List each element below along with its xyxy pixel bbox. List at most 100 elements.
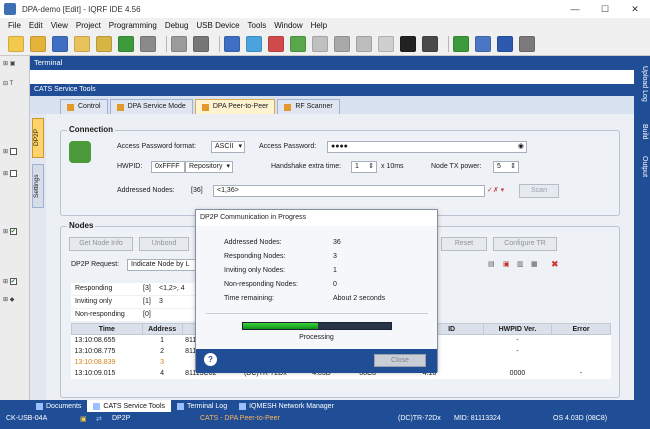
configure-tr-button[interactable]: Configure TR (493, 237, 557, 251)
tab-iqmesh-network-manager[interactable]: IQMESH Network Manager (233, 402, 340, 410)
checkbox[interactable] (9, 278, 17, 285)
side-tab-dp2p[interactable]: DP2P (32, 118, 44, 158)
column-header[interactable]: Time (71, 323, 143, 335)
menu-tools[interactable]: Tools (244, 21, 271, 30)
filter-icon[interactable]: ▤ (488, 260, 495, 268)
checkbox[interactable] (9, 170, 17, 177)
hwpid-input[interactable]: 0xFFFF (151, 161, 185, 173)
status-label: Non-responding (75, 311, 125, 318)
terminal-icon[interactable] (246, 35, 262, 52)
antenna-icon[interactable] (519, 35, 535, 52)
document-icon (36, 402, 43, 410)
tab-dpa-peer-to-peer[interactable]: DPA Peer-to-Peer (194, 99, 276, 114)
settings-icon[interactable] (378, 35, 394, 52)
checkbox[interactable] (9, 148, 17, 155)
tr-icon[interactable] (497, 35, 513, 52)
maximize-button[interactable]: ☐ (590, 0, 620, 18)
save-icon[interactable] (52, 35, 68, 52)
network-icon[interactable] (268, 35, 284, 52)
rf-icon[interactable] (290, 35, 306, 52)
menu-debug[interactable]: Debug (161, 21, 193, 30)
tab-control[interactable]: Control (60, 99, 108, 114)
title-bar: DPA-demo [Edit] - IQRF IDE 4.56 — ☐ ✕ (0, 0, 650, 18)
columns-icon[interactable]: ▥ (517, 260, 524, 268)
tab-label: DPA Service Mode (127, 103, 186, 110)
menu-programming[interactable]: Programming (105, 21, 161, 30)
plugin-icon[interactable] (453, 35, 469, 52)
access-format-select[interactable]: ASCII ▾ (211, 141, 245, 153)
stepper-arrows-icon[interactable]: ⇕ (368, 162, 374, 172)
column-header[interactable]: Error (551, 323, 611, 335)
checklist-icon[interactable] (96, 35, 112, 52)
status-label: Responding (75, 285, 113, 292)
grid-icon[interactable]: ▦ (531, 260, 538, 268)
build-tab[interactable]: Build (636, 124, 648, 140)
menu-help[interactable]: Help (307, 21, 331, 30)
node-selector-icon[interactable]: ✓✗ ▾ (487, 186, 504, 194)
unbond-button[interactable]: Unbond (139, 237, 189, 251)
tx-power-stepper[interactable]: 5 ⇕ (493, 161, 519, 173)
menu-view[interactable]: View (47, 21, 72, 30)
tab-documents[interactable]: Documents (30, 402, 87, 410)
build-icon[interactable] (118, 35, 134, 52)
addressed-nodes-input[interactable]: <1,36> (213, 185, 485, 197)
open-project-icon[interactable] (30, 35, 46, 52)
tab-rf-scanner[interactable]: RF Scanner (277, 99, 340, 114)
toolbar-separator (166, 35, 167, 52)
close-button[interactable]: Close (374, 354, 426, 367)
menu-project[interactable]: Project (72, 21, 105, 30)
stat-label: Time remaining: (224, 295, 274, 302)
dp2p-request-select[interactable]: Indicate Node by L (127, 259, 197, 271)
output-tab[interactable]: Output (636, 156, 648, 177)
menu-edit[interactable]: Edit (25, 21, 47, 30)
minimize-button[interactable]: — (560, 0, 590, 18)
access-password-input[interactable]: ●●●● ◉ (327, 141, 527, 153)
menu-window[interactable]: Window (270, 21, 306, 30)
handshake-stepper[interactable]: 1 ⇕ (351, 161, 377, 173)
new-project-icon[interactable] (8, 35, 24, 52)
handshake-unit: x 10ms (381, 163, 404, 170)
terminal-panel-header: Terminal (30, 56, 634, 70)
link-icon[interactable] (356, 35, 372, 52)
menu-usb-device[interactable]: USB Device (192, 21, 243, 30)
network-icon (239, 402, 247, 410)
upload-icon[interactable] (140, 35, 156, 52)
checkbox[interactable] (9, 228, 17, 235)
service-icon[interactable] (334, 35, 350, 52)
hwpid-source-select[interactable]: Repository ▾ (185, 161, 233, 173)
column-header[interactable]: HWPID Ver. (482, 323, 553, 335)
progress-fill (243, 323, 319, 329)
column-header[interactable]: Address (141, 323, 183, 335)
scan-button[interactable]: Scan (519, 184, 559, 198)
help-icon[interactable]: ? (204, 353, 217, 366)
menu-file[interactable]: File (4, 21, 25, 30)
delete-icon[interactable]: ▣ (503, 260, 510, 268)
right-dock: Upload Log Build Output (634, 56, 650, 400)
tab-cats-service-tools[interactable]: CATS Service Tools (87, 400, 172, 412)
scanner-icon[interactable] (312, 35, 328, 52)
tab-dpa-service-mode[interactable]: DPA Service Mode (109, 99, 193, 114)
close-window-button[interactable]: ✕ (620, 0, 650, 18)
status-label: Inviting only (75, 298, 112, 305)
tools-icon[interactable] (171, 35, 187, 52)
side-tab-settings[interactable]: Settings (32, 164, 44, 208)
eye-icon[interactable]: ◉ (518, 142, 524, 152)
access-format-label: Access Password format: (117, 143, 196, 150)
pin-icon[interactable]: ⊞ ▣ (3, 60, 23, 70)
upload-log-tab[interactable]: Upload Log (636, 66, 648, 102)
tab-terminal-log[interactable]: Terminal Log (171, 402, 233, 410)
tab-label: Terminal Log (187, 402, 228, 410)
qr-icon[interactable] (400, 35, 416, 52)
device-icon[interactable] (193, 35, 209, 52)
open-file-icon[interactable] (74, 35, 90, 52)
status-bar: CK-USB-04A ▣ ⇄ DP2P CATS - DPA Peer-to-P… (0, 412, 650, 429)
tree-item: ⊟ T (3, 81, 14, 87)
stepper-arrows-icon[interactable]: ⇕ (510, 162, 516, 172)
clear-icon[interactable]: ✖ (551, 259, 559, 270)
module-icon[interactable] (224, 35, 240, 52)
cell-address: 1 (160, 336, 165, 344)
reset-button[interactable]: Reset (441, 237, 487, 251)
get-node-info-button[interactable]: Get Node Info (69, 237, 133, 251)
manager-icon[interactable] (475, 35, 491, 52)
usb-icon[interactable] (422, 35, 438, 52)
